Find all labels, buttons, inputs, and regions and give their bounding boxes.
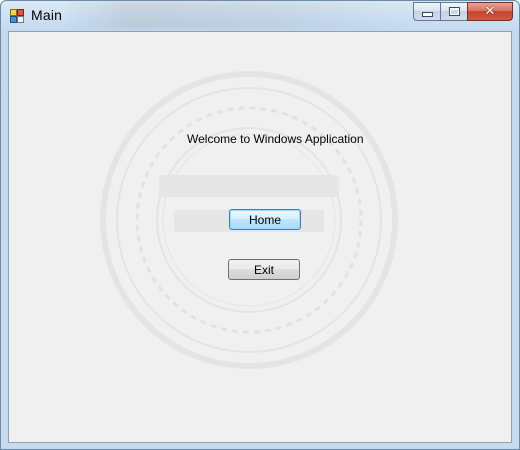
minimize-button[interactable] bbox=[413, 2, 440, 21]
welcome-label: Welcome to Windows Application bbox=[187, 132, 364, 146]
close-icon: ✕ bbox=[484, 4, 496, 19]
home-button[interactable]: Home bbox=[229, 209, 301, 230]
minimize-icon bbox=[421, 12, 433, 17]
maximize-icon bbox=[448, 7, 460, 16]
title-bar-background bbox=[61, 1, 421, 29]
close-button[interactable]: ✕ bbox=[467, 2, 513, 21]
client-area: Welcome to Windows Application Home Exit bbox=[8, 31, 512, 443]
app-window: Main ✕ Welcome to Windows Application Ho… bbox=[0, 0, 520, 450]
title-bar[interactable]: Main ✕ bbox=[1, 1, 519, 31]
maximize-button[interactable] bbox=[440, 2, 467, 21]
window-title: Main bbox=[31, 7, 63, 23]
exit-button[interactable]: Exit bbox=[228, 259, 300, 280]
caption-buttons: ✕ bbox=[413, 2, 513, 21]
app-icon[interactable] bbox=[10, 9, 24, 23]
